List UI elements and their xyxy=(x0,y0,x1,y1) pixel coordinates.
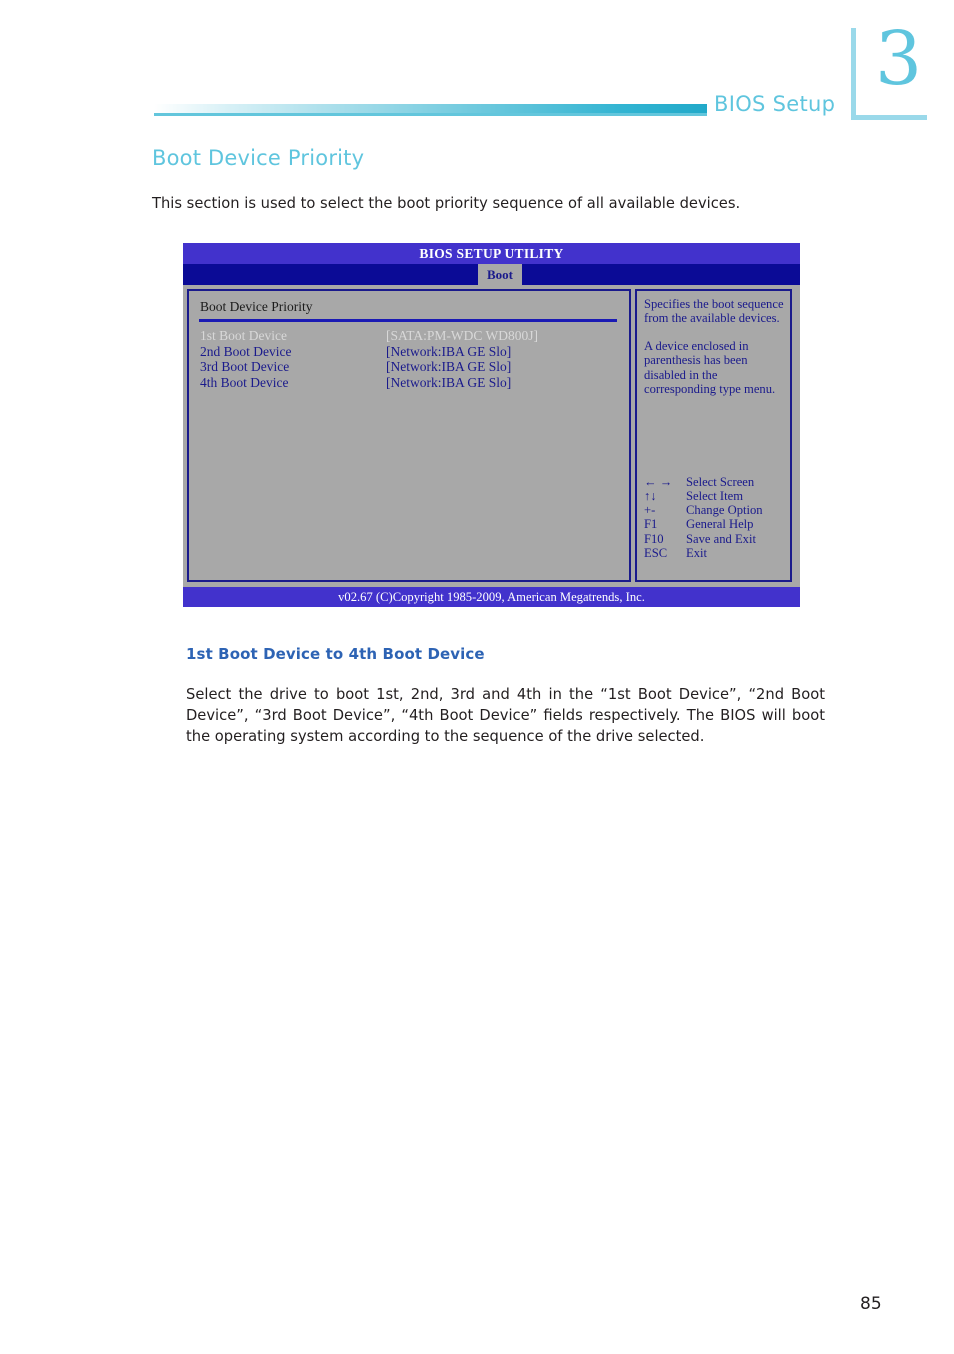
section-heading: Boot Device Priority xyxy=(152,146,365,170)
boot-device-label-2: 2nd Boot Device xyxy=(200,343,292,359)
bios-menu-bar: Boot xyxy=(183,264,800,285)
key-desc-select-item: Select Item xyxy=(686,488,743,503)
key-legend-row-change-option: +- Change Option xyxy=(644,503,788,517)
page-header: 3 BIOS Setup xyxy=(0,0,954,140)
header-thin-rule xyxy=(154,113,707,116)
bios-help-paragraph-1: Specifies the boot sequence from the ava… xyxy=(644,297,784,326)
bios-setup-utility-screenshot: BIOS SETUP UTILITY Boot Boot Device Prio… xyxy=(183,243,800,607)
boot-device-label-4: 4th Boot Device xyxy=(200,374,289,390)
bios-help-panel: Specifies the boot sequence from the ava… xyxy=(635,289,792,582)
chapter-bracket-horizontal-bar xyxy=(851,115,927,120)
key-legend-row-general-help: F1 General Help xyxy=(644,517,788,531)
header-gradient-rule xyxy=(154,104,707,113)
bios-tab-boot[interactable]: Boot xyxy=(478,264,522,285)
page-number: 85 xyxy=(860,1294,882,1314)
key-legend-row-exit: ESC Exit xyxy=(644,546,788,560)
subsection-heading: 1st Boot Device to 4th Boot Device xyxy=(186,645,485,663)
key-desc-save-and-exit: Save and Exit xyxy=(686,531,756,546)
bios-help-paragraph-2: A device enclosed in parenthesis has bee… xyxy=(644,338,776,397)
boot-device-label-3: 3rd Boot Device xyxy=(200,359,290,374)
boot-device-value-2[interactable]: [Network:IBA GE Slo] xyxy=(386,344,629,360)
key-legend-row-select-screen: ← → Select Screen xyxy=(644,475,788,489)
boot-device-row-4[interactable]: 4th Boot Device [Network:IBA GE Slo] xyxy=(200,375,629,391)
key-legend-row-select-item: ↑↓ Select Item xyxy=(644,489,788,503)
subsection-body: Select the drive to boot 1st, 2nd, 3rd a… xyxy=(186,686,825,745)
boot-device-row-2[interactable]: 2nd Boot Device [Network:IBA GE Slo] xyxy=(200,344,629,360)
chapter-number: 3 xyxy=(875,16,923,102)
chapter-bracket-vertical-bar xyxy=(851,28,856,116)
bios-main-panel: Boot Device Priority 1st Boot Device [SA… xyxy=(187,289,631,582)
bios-footer-bar: v02.67 (C)Copyright 1985-2009, American … xyxy=(183,587,800,607)
key-desc-change-option: Change Option xyxy=(686,503,763,518)
intro-paragraph: This section is used to select the boot … xyxy=(152,195,741,212)
key-name-plus-minus: +- xyxy=(644,503,656,518)
bios-panel-divider xyxy=(199,319,617,322)
boot-device-label-1: 1st Boot Device xyxy=(200,328,287,343)
key-name-f10: F10 xyxy=(644,531,664,546)
bios-body: Boot Device Priority 1st Boot Device [SA… xyxy=(183,285,800,587)
bios-title-bar: BIOS SETUP UTILITY xyxy=(183,243,800,264)
boot-device-list: 1st Boot Device [SATA:PM-WDC WD800J] 2nd… xyxy=(189,328,629,390)
key-name-esc: ESC xyxy=(644,545,668,560)
bios-panel-title: Boot Device Priority xyxy=(200,299,313,314)
key-desc-exit: Exit xyxy=(686,545,707,560)
boot-device-value-1[interactable]: [SATA:PM-WDC WD800J] xyxy=(386,328,629,344)
bios-key-legend: ← → Select Screen ↑↓ Select Item +- Chan… xyxy=(644,475,788,560)
key-name-arrows-vertical: ↑↓ xyxy=(644,488,657,503)
boot-device-row-3[interactable]: 3rd Boot Device [Network:IBA GE Slo] xyxy=(200,359,629,375)
key-desc-select-screen: Select Screen xyxy=(686,474,755,489)
boot-device-row-1[interactable]: 1st Boot Device [SATA:PM-WDC WD800J] xyxy=(200,328,629,344)
boot-device-value-3[interactable]: [Network:IBA GE Slo] xyxy=(386,359,629,375)
key-legend-row-save-and-exit: F10 Save and Exit xyxy=(644,532,788,546)
key-name-f1: F1 xyxy=(644,517,658,532)
key-desc-general-help: General Help xyxy=(686,517,754,532)
key-name-arrows-horizontal: ← → xyxy=(644,474,673,489)
boot-device-value-4[interactable]: [Network:IBA GE Slo] xyxy=(386,375,629,391)
header-label: BIOS Setup xyxy=(714,92,836,116)
bios-help-text: Specifies the boot sequence from the ava… xyxy=(644,297,784,396)
